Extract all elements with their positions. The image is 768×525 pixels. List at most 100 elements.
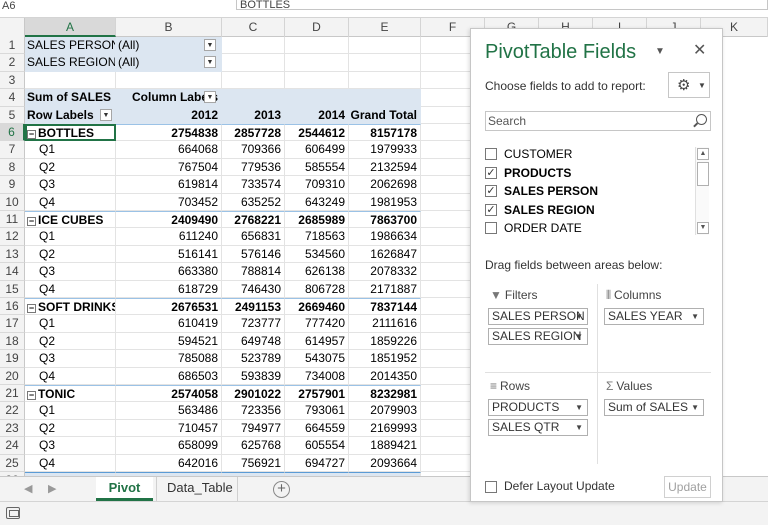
cell-d5[interactable]: 2014 [285,106,349,124]
cell-c12[interactable]: 656831 [222,228,285,246]
cell-b5[interactable]: 2012 [116,106,222,124]
field-checkbox[interactable]: ✓ [485,166,497,179]
cell-a15[interactable]: Q4 [25,280,116,298]
cell-b12[interactable]: 611240 [116,228,222,246]
cell-a1[interactable]: SALES PERSON [25,37,116,55]
chevron-down-icon[interactable]: ▼ [575,329,583,344]
cell-b6[interactable]: 2754838 [116,124,222,142]
cell-b7[interactable]: 664068 [116,141,222,159]
cell-e20[interactable]: 2014350 [349,367,421,385]
cell-c2[interactable] [222,54,285,72]
cell-d20[interactable]: 734008 [285,367,349,385]
cell-d3[interactable] [285,71,349,90]
cell-d19[interactable]: 543075 [285,350,349,368]
cell-a17[interactable]: Q1 [25,315,116,333]
cell-b15[interactable]: 618729 [116,280,222,298]
cell-d24[interactable]: 605554 [285,437,349,455]
close-icon[interactable]: ✕ [693,40,706,60]
cell-a20[interactable]: Q4 [25,367,116,385]
cell-c16[interactable]: 2491153 [222,298,285,316]
cell-d11[interactable]: 2685989 [285,211,349,229]
row-header[interactable]: 14 [0,263,25,281]
collapse-icon[interactable]: − [27,304,36,313]
values-item-sum-of-sales[interactable]: Sum of SALES ▼ [604,399,704,416]
cell-c9[interactable]: 733574 [222,176,285,194]
cell-e16[interactable]: 7837144 [349,298,421,316]
filter-dropdown-icon[interactable]: ▼ [100,108,112,121]
cell-a21[interactable]: − TONIC [25,385,116,403]
cell-c19[interactable]: 523789 [222,350,285,368]
cell-e1[interactable] [349,37,421,55]
cell-d10[interactable]: 643249 [285,193,349,211]
pane-menu-icon[interactable]: ▼ [655,46,665,57]
cell-b19[interactable]: 785088 [116,350,222,368]
cell-b4[interactable]: Column Labels ▼ [116,89,222,107]
cell-e18[interactable]: 1859226 [349,332,421,351]
cell-a18[interactable]: Q2 [25,332,116,351]
rows-area[interactable]: ≡ Rows PRODUCTS ▼ SALES QTR ▼ [485,377,595,455]
cell-e6[interactable]: 8157178 [349,124,421,142]
field-checkbox[interactable] [485,148,497,160]
scroll-down-icon[interactable]: ▼ [697,222,709,234]
update-button[interactable]: Update [664,476,711,498]
row-header[interactable]: 7 [0,141,25,159]
cell-c5[interactable]: 2013 [222,106,285,124]
cell-a22[interactable]: Q1 [25,402,116,420]
row-header[interactable]: 6 [0,124,25,142]
chevron-down-icon[interactable]: ▼ [691,309,699,324]
prev-sheet-icon[interactable]: ◀ [24,482,32,495]
cell-a6[interactable]: − BOTTLES [25,124,116,142]
cell-a23[interactable]: Q2 [25,419,116,438]
row-header[interactable]: 15 [0,280,25,298]
cell-a8[interactable]: Q2 [25,158,116,177]
cell-c7[interactable]: 709366 [222,141,285,159]
cell-c18[interactable]: 649748 [222,332,285,351]
cell-c24[interactable]: 625768 [222,437,285,455]
cell-e2[interactable] [349,54,421,72]
chevron-down-icon[interactable]: ▼ [691,400,699,415]
row-header[interactable]: 3 [0,71,25,90]
cell-c14[interactable]: 788814 [222,263,285,281]
column-header-a[interactable]: A [25,18,116,37]
cell-d18[interactable]: 614957 [285,332,349,351]
cell-c8[interactable]: 779536 [222,158,285,177]
cell-e13[interactable]: 1626847 [349,245,421,264]
filter-dropdown-icon[interactable]: ▼ [204,39,216,51]
cell-c4[interactable] [222,89,285,107]
cell-d23[interactable]: 664559 [285,419,349,438]
cell-e11[interactable]: 7863700 [349,211,421,229]
row-header[interactable]: 23 [0,419,25,438]
cell-d12[interactable]: 718563 [285,228,349,246]
row-header[interactable]: 24 [0,437,25,455]
columns-area[interactable]: ⫴ Columns SALES YEAR ▼ [601,286,711,364]
cell-b20[interactable]: 686503 [116,367,222,385]
columns-item-sales-year[interactable]: SALES YEAR ▼ [604,308,704,325]
cell-b9[interactable]: 619814 [116,176,222,194]
cell-e10[interactable]: 1981953 [349,193,421,211]
name-box[interactable]: A6 [2,0,92,10]
rows-item-sales-qtr[interactable]: SALES QTR ▼ [488,419,588,436]
row-header[interactable]: 5 [0,106,25,124]
cell-b14[interactable]: 663380 [116,263,222,281]
cell-d16[interactable]: 2669460 [285,298,349,316]
cell-d7[interactable]: 606499 [285,141,349,159]
field-list-scrollbar[interactable]: ▲ ▼ [695,147,709,235]
cell-d8[interactable]: 585554 [285,158,349,177]
chevron-down-icon[interactable]: ▼ [575,309,583,324]
row-header[interactable]: 22 [0,402,25,420]
row-header[interactable]: 11 [0,211,25,229]
row-header[interactable]: 1 [0,37,25,55]
formula-bar[interactable] [236,0,768,10]
cell-b10[interactable]: 703452 [116,193,222,211]
column-header-c[interactable]: C [222,18,285,37]
cell-e21[interactable]: 8232981 [349,385,421,403]
cell-e9[interactable]: 2062698 [349,176,421,194]
cell-a13[interactable]: Q2 [25,245,116,264]
macro-record-icon[interactable] [6,507,20,519]
collapse-icon[interactable]: − [27,217,36,226]
cell-b22[interactable]: 563486 [116,402,222,420]
cell-b17[interactable]: 610419 [116,315,222,333]
row-header[interactable]: 2 [0,54,25,72]
cell-c3[interactable] [222,71,285,90]
cell-d22[interactable]: 793061 [285,402,349,420]
